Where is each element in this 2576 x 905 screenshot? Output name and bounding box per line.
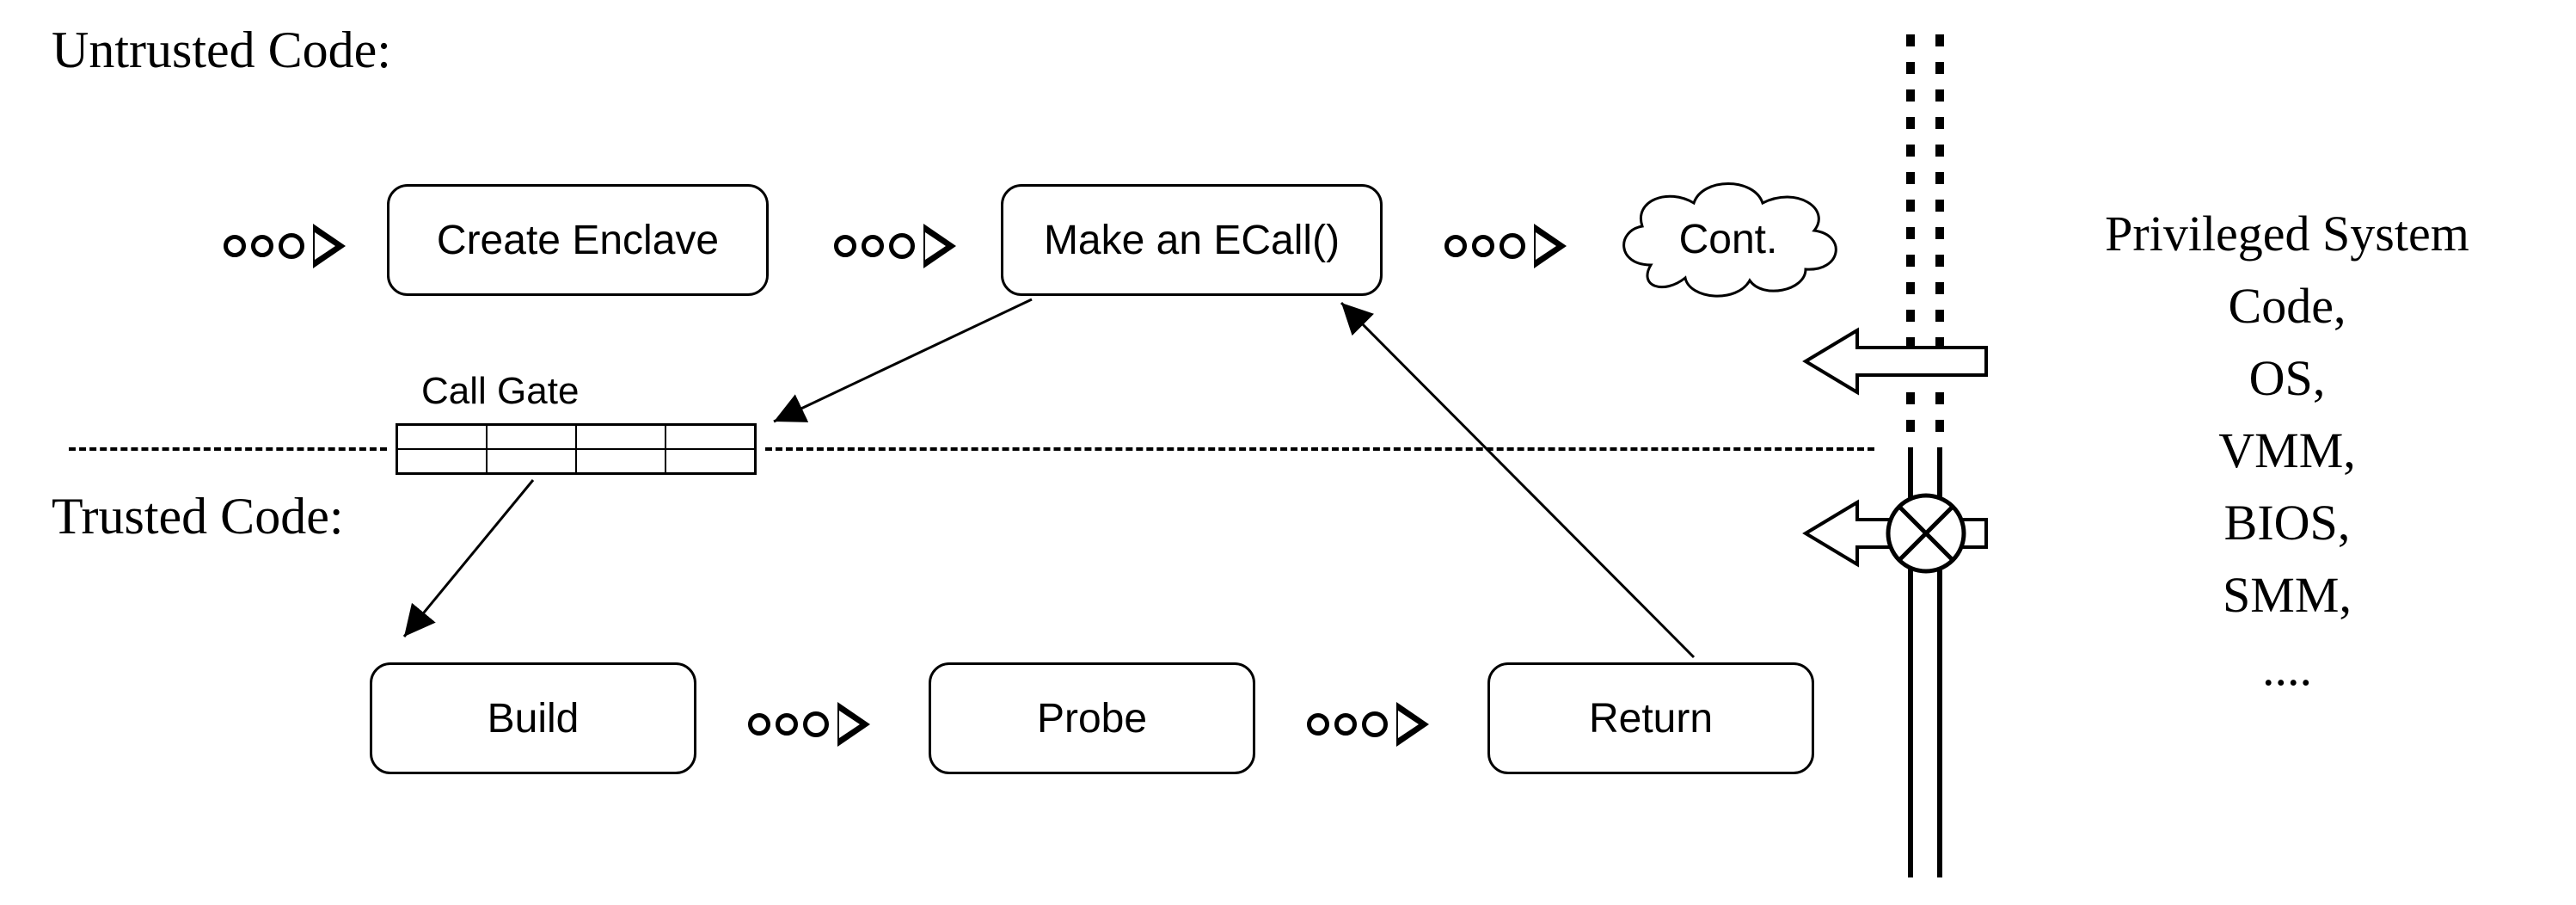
ecall-box: Make an ECall(): [1001, 184, 1383, 296]
flow-marker-icon: [1307, 702, 1429, 747]
flow-marker-icon: [1444, 224, 1567, 268]
trusted-label: Trusted Code:: [52, 487, 344, 546]
probe-text: Probe: [1037, 695, 1147, 742]
flow-marker-icon: [834, 224, 956, 268]
build-text: Build: [488, 695, 580, 742]
return-box: Return: [1487, 662, 1814, 774]
priv-line5: BIOS,: [2029, 487, 2545, 559]
allow-arrow-icon: [1797, 318, 1995, 404]
trust-boundary-line: [765, 447, 1874, 451]
priv-line3: OS,: [2029, 342, 2545, 415]
privileged-text: Privileged System Code, OS, VMM, BIOS, S…: [2029, 198, 2545, 705]
callgate-label: Call Gate: [421, 370, 579, 413]
create-enclave-box: Create Enclave: [387, 184, 769, 296]
return-text: Return: [1589, 695, 1713, 742]
build-box: Build: [370, 662, 696, 774]
trust-boundary-line: [69, 447, 387, 451]
cont-text: Cont.: [1679, 216, 1778, 263]
flow-marker-icon: [224, 224, 346, 268]
ecall-text: Make an ECall(): [1044, 217, 1340, 264]
priv-line2: Code,: [2029, 270, 2545, 342]
untrusted-label: Untrusted Code:: [52, 21, 391, 80]
flow-marker-icon: [748, 702, 870, 747]
block-arrow-icon: [1797, 482, 1995, 585]
priv-line4: VMM,: [2029, 415, 2545, 487]
priv-line6: SMM,: [2029, 559, 2545, 631]
create-enclave-text: Create Enclave: [437, 217, 719, 264]
boundary-wall: [1874, 34, 1978, 877]
priv-line7: ....: [2029, 632, 2545, 705]
call-gate-icon: [396, 423, 757, 475]
priv-line1: Privileged System: [2029, 198, 2545, 270]
cont-cloud: Cont.: [1608, 170, 1849, 308]
probe-box: Probe: [929, 662, 1255, 774]
